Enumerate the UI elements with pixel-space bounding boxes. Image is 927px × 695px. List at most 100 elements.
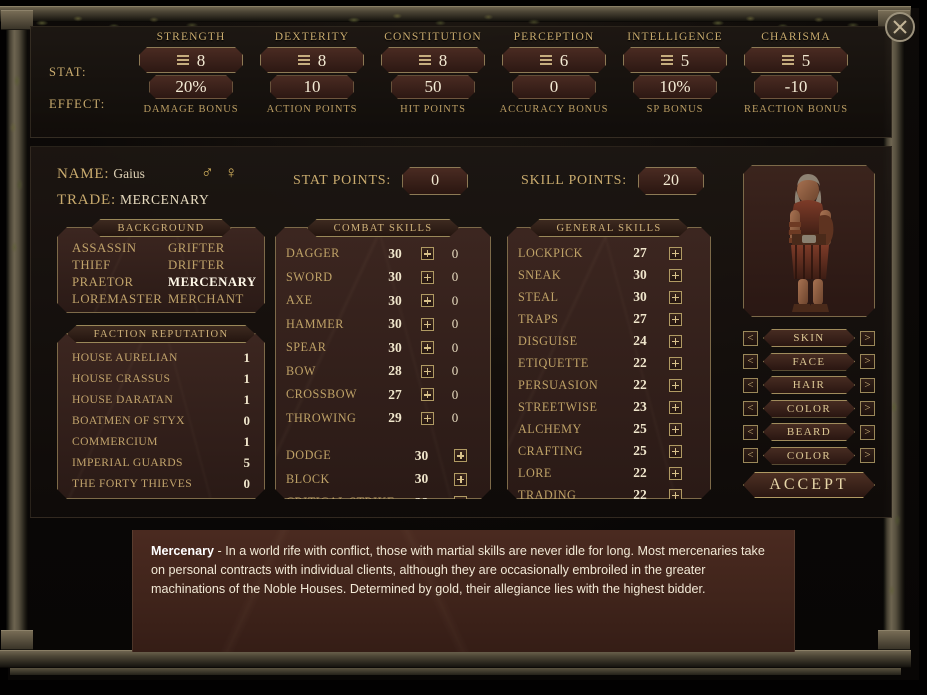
appearance-option-label[interactable]: BEARD	[763, 423, 855, 441]
skill-name: DODGE	[286, 448, 402, 463]
background-option-loremaster[interactable]: LOREMASTER	[72, 292, 168, 309]
increase-skill-button[interactable]	[669, 489, 682, 502]
gender-male-icon[interactable]: ♂	[201, 163, 214, 182]
increase-skill-button[interactable]	[421, 294, 434, 307]
effect-row-label: EFFECT:	[49, 97, 105, 112]
character-creation-screen: STAT: EFFECT: STRENGTH820%DAMAGE BONUSDE…	[0, 0, 927, 695]
next-arrow-icon[interactable]: >	[860, 425, 875, 440]
increase-skill-button[interactable]	[454, 449, 467, 462]
increase-skill-button[interactable]	[669, 401, 682, 414]
next-arrow-icon[interactable]: >	[860, 401, 875, 416]
increase-skill-button[interactable]	[421, 247, 434, 260]
close-button[interactable]	[885, 12, 915, 42]
combat-skill-row: HAMMER300	[276, 313, 490, 337]
increase-skill-button[interactable]	[454, 473, 467, 486]
skill-name: AXE	[286, 293, 378, 308]
combat-skill-row: DAGGER300	[276, 242, 490, 266]
accept-button[interactable]: ACCEPT	[743, 472, 875, 498]
background-option-thief[interactable]: THIEF	[72, 258, 168, 275]
skill-name: THROWING	[286, 411, 378, 426]
skill-value: 28	[378, 363, 412, 379]
next-arrow-icon[interactable]: >	[860, 354, 875, 369]
name-value[interactable]: Gaius	[113, 166, 145, 181]
general-skill-row: STREETWISE23	[508, 396, 710, 418]
general-skill-rows: LOCKPICK27SNEAK30STEAL30TRAPS27DISGUISE2…	[508, 228, 710, 506]
background-option-praetor[interactable]: PRAETOR	[72, 275, 168, 292]
increase-skill-button[interactable]	[421, 318, 434, 331]
skill-value: 27	[622, 245, 658, 261]
prev-arrow-icon[interactable]: <	[743, 401, 758, 416]
increase-skill-button[interactable]	[669, 335, 682, 348]
skill-name: ALCHEMY	[518, 422, 622, 437]
attribute-stat-box[interactable]: 8	[139, 47, 243, 73]
next-arrow-icon[interactable]: >	[860, 331, 875, 346]
menu-icon	[782, 53, 794, 68]
skill-value: 22	[622, 377, 658, 393]
faction-value: 1	[244, 434, 251, 450]
skill-value: 30	[622, 267, 658, 283]
background-option-assassin[interactable]: ASSASSIN	[72, 241, 168, 258]
attribute-stat-box[interactable]: 8	[260, 47, 364, 73]
increase-skill-button[interactable]	[421, 271, 434, 284]
name-row: NAME: Gaius	[57, 165, 145, 183]
increase-skill-button[interactable]	[669, 445, 682, 458]
increase-skill-button[interactable]	[669, 313, 682, 326]
increase-skill-button[interactable]	[669, 379, 682, 392]
background-option-mercenary[interactable]: MERCENARY	[168, 275, 264, 292]
appearance-option-label[interactable]: SKIN	[763, 329, 855, 347]
prev-arrow-icon[interactable]: <	[743, 331, 758, 346]
faction-row: IMPERIAL GUARDS5	[58, 452, 264, 473]
increase-skill-button[interactable]	[421, 412, 434, 425]
appearance-option-label[interactable]: COLOR	[763, 447, 855, 465]
faction-name: HOUSE DARATAN	[72, 393, 173, 406]
increase-skill-button[interactable]	[454, 496, 467, 509]
appearance-row-skin: < SKIN >	[743, 329, 875, 347]
increase-skill-button[interactable]	[421, 388, 434, 401]
skill-name: HAMMER	[286, 317, 378, 332]
skill-value: 30	[378, 340, 412, 356]
defensive-skill-row: DODGE30	[276, 444, 490, 468]
skill-value: 25	[622, 443, 658, 459]
increase-skill-button[interactable]	[669, 357, 682, 370]
prev-arrow-icon[interactable]: <	[743, 425, 758, 440]
background-option-drifter[interactable]: DRIFTER	[168, 258, 264, 275]
gender-selector: ♂ ♀	[201, 163, 238, 183]
increase-skill-button[interactable]	[421, 341, 434, 354]
description-body: - In a world rife with conflict, those w…	[151, 544, 765, 596]
prev-arrow-icon[interactable]: <	[743, 378, 758, 393]
appearance-option-label[interactable]: FACE	[763, 353, 855, 371]
defensive-skill-rows: DODGE30BLOCK30CRITICAL STRIKE28	[276, 444, 490, 515]
skill-value: 27	[622, 311, 658, 327]
general-skill-row: STEAL30	[508, 286, 710, 308]
next-arrow-icon[interactable]: >	[860, 448, 875, 463]
combat-skill-row: BOW280	[276, 360, 490, 384]
attribute-stat-box[interactable]: 5	[744, 47, 848, 73]
close-icon	[891, 18, 909, 36]
increase-skill-button[interactable]	[669, 269, 682, 282]
increase-skill-button[interactable]	[669, 291, 682, 304]
appearance-option-label[interactable]: HAIR	[763, 376, 855, 394]
gender-female-icon[interactable]: ♀	[225, 163, 238, 182]
increase-skill-button[interactable]	[669, 467, 682, 480]
prev-arrow-icon[interactable]: <	[743, 448, 758, 463]
attribute-stat-box[interactable]: 8	[381, 47, 485, 73]
background-option-merchant[interactable]: MERCHANT	[168, 292, 264, 309]
attribute-stat-box[interactable]: 5	[623, 47, 727, 73]
prev-arrow-icon[interactable]: <	[743, 354, 758, 369]
background-column-left: ASSASSINTHIEFPRAETORLOREMASTER	[58, 241, 168, 312]
skill-value: 29	[378, 410, 412, 426]
skill-name: LORE	[518, 466, 622, 481]
faction-name: IMPERIAL GUARDS	[72, 456, 183, 469]
increase-skill-button[interactable]	[669, 247, 682, 260]
attribute-name: CONSTITUTION	[367, 31, 499, 43]
attribute-name: INTELLIGENCE	[609, 31, 741, 43]
appearance-option-label[interactable]: COLOR	[763, 400, 855, 418]
menu-icon	[298, 53, 310, 68]
next-arrow-icon[interactable]: >	[860, 378, 875, 393]
increase-skill-button[interactable]	[421, 365, 434, 378]
attribute-stat-box[interactable]: 6	[502, 47, 606, 73]
background-option-grifter[interactable]: GRIFTER	[168, 241, 264, 258]
attribute-value: 6	[560, 52, 569, 69]
increase-skill-button[interactable]	[669, 423, 682, 436]
skill-value: 30	[378, 246, 412, 262]
